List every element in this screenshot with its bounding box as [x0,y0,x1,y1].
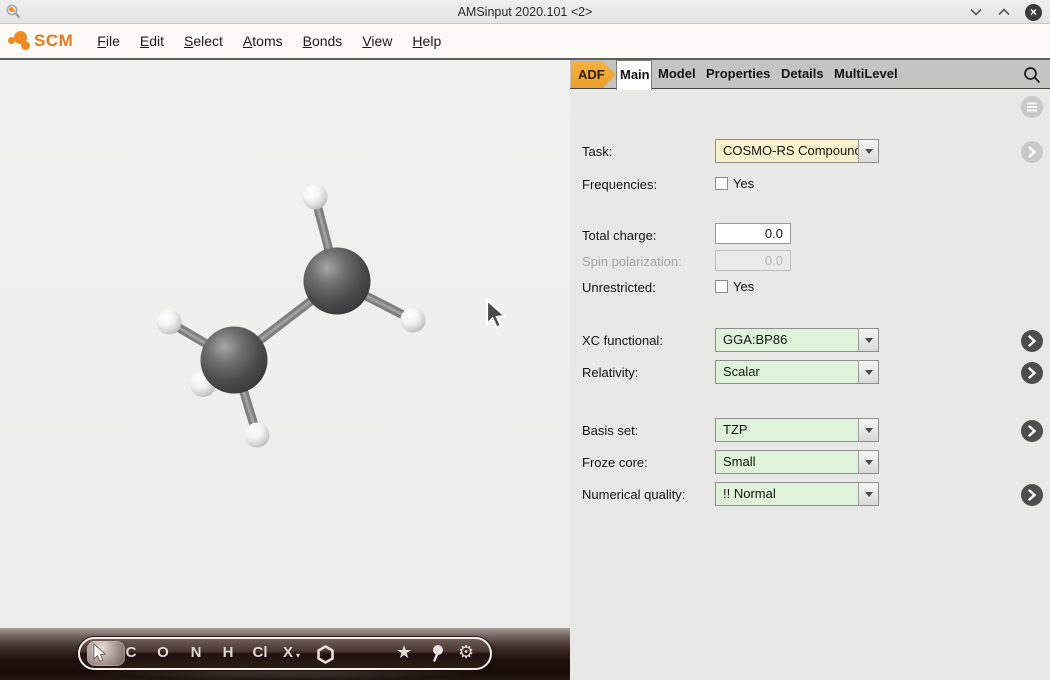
menu-view[interactable]: View [352,29,402,53]
numerical-quality-value: !! Normal [716,483,858,505]
froze-core-combo[interactable]: Small [715,450,879,474]
task-combo[interactable]: COSMO-RS Compound [715,139,879,163]
atom-tool-cl[interactable]: Cl [248,644,272,661]
unrestricted-checkbox[interactable] [715,280,728,293]
spin-polarization-label: Spin polarization: [582,254,682,269]
viewer-toolbar: C O N H Cl X ▾ ★ ⚙ [78,637,492,670]
ring-tool-button[interactable] [316,645,335,668]
scm-logo-text: SCM [34,31,73,51]
title-bar: AMSinput 2020.101 <2> × [0,0,1050,24]
select-tool-button[interactable] [93,644,108,667]
tab-model[interactable]: Model [658,60,696,89]
task-dropdown-icon[interactable] [858,140,878,162]
balloon-pin-icon [430,644,445,664]
tab-multilevel[interactable]: MultiLevel [834,60,898,89]
tab-properties[interactable]: Properties [706,60,770,89]
close-icon[interactable]: × [1025,4,1042,21]
task-detail-button [1021,141,1043,163]
spin-polarization-input [715,250,791,271]
scm-logo: SCM [8,29,73,53]
chevron-right-icon [1027,146,1037,158]
pin-tool-button[interactable] [430,644,445,668]
basis-set-value: TZP [716,419,858,441]
adf-badge[interactable]: ADF [571,61,616,88]
search-icon [1022,65,1042,85]
relativity-detail-button[interactable] [1021,362,1043,384]
relativity-combo[interactable]: Scalar [715,360,879,384]
xc-functional-combo[interactable]: GGA:BP86 [715,328,879,352]
xc-functional-label: XC functional: [582,333,663,348]
panel-menu-button [1021,96,1043,118]
atom-tool-c[interactable]: C [121,644,141,661]
basis-set-detail-button[interactable] [1021,420,1043,442]
app-window: AMSinput 2020.101 <2> × SCM File Edit Se… [0,0,1050,680]
window-title: AMSinput 2020.101 <2> [0,5,1050,19]
total-charge-label: Total charge: [582,228,656,243]
menu-edit[interactable]: Edit [130,29,174,53]
bonds [169,197,413,435]
frequencies-option-label: Yes [733,176,754,191]
chevron-right-icon [1027,425,1037,437]
search-button[interactable] [1022,65,1042,85]
atom-tool-h[interactable]: H [218,644,238,661]
hamburger-icon [1026,102,1038,112]
xc-functional-dropdown-icon[interactable] [858,329,878,351]
atom-tool-x-dropdown-icon[interactable]: ▾ [296,651,300,660]
frequencies-checkbox[interactable] [715,177,728,190]
toolbar-reflection [78,670,492,680]
atom-tool-x[interactable]: X [278,644,298,661]
basis-set-dropdown-icon[interactable] [858,419,878,441]
atom-tool-o[interactable]: O [153,644,173,661]
gear-icon: ⚙ [458,642,474,662]
numerical-quality-combo[interactable]: !! Normal [715,482,879,506]
menu-file[interactable]: File [87,29,130,53]
input-panel: ADF Main Model Properties Details MultiL… [570,60,1050,680]
froze-core-value: Small [716,451,858,473]
froze-core-dropdown-icon[interactable] [858,451,878,473]
settings-tool-button[interactable]: ⚙ [458,642,474,663]
menu-bonds[interactable]: Bonds [293,29,353,53]
relativity-value: Scalar [716,361,858,383]
maximize-icon[interactable] [997,5,1011,19]
chevron-right-icon [1027,489,1037,501]
chevron-right-icon [1027,367,1037,379]
basis-set-combo[interactable]: TZP [715,418,879,442]
cursor-arrow-icon [93,644,108,663]
unrestricted-label: Unrestricted: [582,280,656,295]
unrestricted-option-label: Yes [733,279,754,294]
minimize-icon[interactable] [969,5,983,19]
xc-functional-value: GGA:BP86 [716,329,858,351]
numerical-quality-label: Numerical quality: [582,487,685,502]
mouse-cursor [487,300,505,328]
atom-tool-n[interactable]: N [186,644,206,661]
froze-core-label: Froze core: [582,455,648,470]
frequencies-checkbox-row: Yes [715,176,754,191]
relativity-label: Relativity: [582,365,638,380]
menu-atoms[interactable]: Atoms [233,29,293,53]
task-value: COSMO-RS Compound [716,140,858,162]
relativity-dropdown-icon[interactable] [858,361,878,383]
tab-details[interactable]: Details [781,60,824,89]
tab-main[interactable]: Main [616,60,652,90]
tab-bar: ADF Main Model Properties Details MultiL… [570,60,1050,89]
numerical-quality-dropdown-icon[interactable] [858,483,878,505]
scm-logo-icon [8,29,34,53]
molecule-canvas[interactable] [0,60,570,680]
basis-set-label: Basis set: [582,423,638,438]
unrestricted-checkbox-row: Yes [715,279,754,294]
chevron-right-icon [1027,335,1037,347]
numerical-quality-detail-button[interactable] [1021,484,1043,506]
menu-bar: SCM File Edit Select Atoms Bonds View He… [0,24,1050,60]
molecule-viewer[interactable]: C O N H Cl X ▾ ★ ⚙ [0,60,570,680]
xc-functional-detail-button[interactable] [1021,330,1043,352]
hexagon-icon [316,645,335,664]
frequencies-label: Frequencies: [582,177,657,192]
menu-help[interactable]: Help [402,29,451,53]
total-charge-input[interactable] [715,223,791,244]
star-tool-button[interactable]: ★ [396,642,412,663]
task-label: Task: [582,144,612,159]
star-icon: ★ [396,642,412,662]
menu-select[interactable]: Select [174,29,233,53]
